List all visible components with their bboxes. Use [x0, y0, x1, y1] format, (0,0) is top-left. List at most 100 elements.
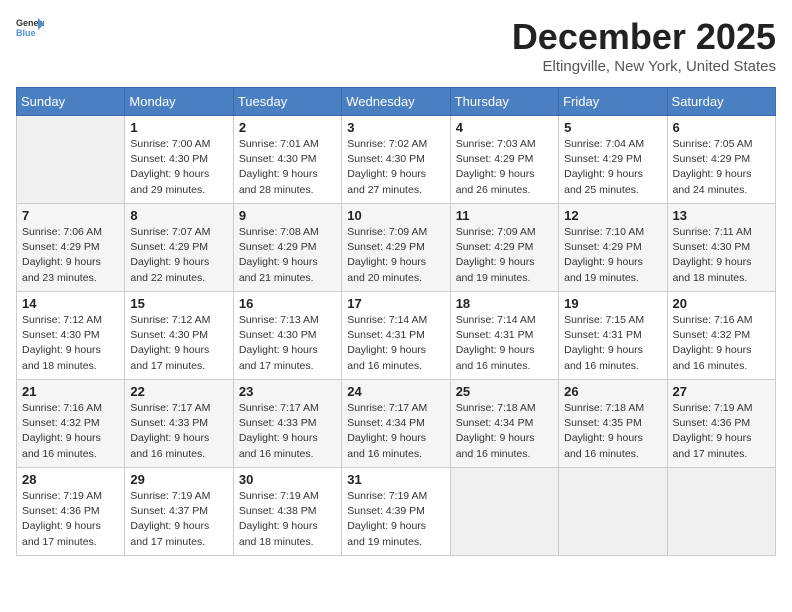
day-info: Sunrise: 7:14 AMSunset: 4:31 PMDaylight:…: [456, 313, 553, 374]
calendar-cell: 17 Sunrise: 7:14 AMSunset: 4:31 PMDayligh…: [342, 292, 450, 380]
day-number: 28: [22, 472, 119, 487]
calendar-cell: 24 Sunrise: 7:17 AMSunset: 4:34 PMDayligh…: [342, 380, 450, 468]
day-info: Sunrise: 7:15 AMSunset: 4:31 PMDaylight:…: [564, 313, 661, 374]
month-title: December 2025: [512, 16, 776, 58]
day-number: 29: [130, 472, 227, 487]
calendar-cell: 18Sunrise: 7:14 AMSunset: 4:31 PMDayligh…: [450, 292, 558, 380]
calendar-table: SundayMondayTuesdayWednesdayThursdayFrid…: [16, 87, 776, 556]
logo: General Blue: [16, 16, 44, 38]
day-number: 4: [456, 120, 553, 135]
calendar-cell: 14 Sunrise: 7:12 AMSunset: 4:30 PMDayligh…: [17, 292, 125, 380]
day-info: Sunrise: 7:16 AMSunset: 4:32 PMDaylight:…: [22, 401, 119, 462]
calendar-cell: 3 Sunrise: 7:02 AMSunset: 4:30 PMDaylight…: [342, 116, 450, 204]
day-number: 11: [456, 208, 553, 223]
day-info: Sunrise: 7:14 AMSunset: 4:31 PMDaylight:…: [347, 313, 444, 374]
day-info: Sunrise: 7:19 AMSunset: 4:38 PMDaylight:…: [239, 489, 336, 550]
calendar-cell: 6Sunrise: 7:05 AMSunset: 4:29 PMDaylight…: [667, 116, 775, 204]
calendar-cell: [450, 468, 558, 556]
header: General Blue December 2025 Eltingville, …: [16, 16, 776, 75]
calendar-cell: 27Sunrise: 7:19 AMSunset: 4:36 PMDayligh…: [667, 380, 775, 468]
day-info: Sunrise: 7:17 AMSunset: 4:33 PMDaylight:…: [130, 401, 227, 462]
calendar-cell: 1 Sunrise: 7:00 AMSunset: 4:30 PMDaylight…: [125, 116, 233, 204]
calendar-cell: 21 Sunrise: 7:16 AMSunset: 4:32 PMDayligh…: [17, 380, 125, 468]
day-info: Sunrise: 7:08 AMSunset: 4:29 PMDaylight:…: [239, 225, 336, 286]
day-number: 14: [22, 296, 119, 311]
calendar-cell: 25Sunrise: 7:18 AMSunset: 4:34 PMDayligh…: [450, 380, 558, 468]
title-area: December 2025 Eltingville, New York, Uni…: [512, 16, 776, 75]
day-header-thursday: Thursday: [450, 88, 558, 116]
day-info: Sunrise: 7:11 AMSunset: 4:30 PMDaylight:…: [673, 225, 770, 286]
day-info: Sunrise: 7:17 AMSunset: 4:33 PMDaylight:…: [239, 401, 336, 462]
day-number: 8: [130, 208, 227, 223]
day-info: Sunrise: 7:03 AMSunset: 4:29 PMDaylight:…: [456, 137, 553, 198]
calendar-cell: 20 Sunrise: 7:16 AMSunset: 4:32 PMDayligh…: [667, 292, 775, 380]
day-number: 24: [347, 384, 444, 399]
calendar-cell: 7Sunrise: 7:06 AMSunset: 4:29 PMDaylight…: [17, 204, 125, 292]
day-info: Sunrise: 7:19 AMSunset: 4:37 PMDaylight:…: [130, 489, 227, 550]
day-header-saturday: Saturday: [667, 88, 775, 116]
day-info: Sunrise: 7:10 AMSunset: 4:29 PMDaylight:…: [564, 225, 661, 286]
calendar-cell: 19Sunrise: 7:15 AMSunset: 4:31 PMDayligh…: [559, 292, 667, 380]
day-header-wednesday: Wednesday: [342, 88, 450, 116]
day-info: Sunrise: 7:16 AMSunset: 4:32 PMDaylight:…: [673, 313, 770, 374]
calendar-cell: 28 Sunrise: 7:19 AMSunset: 4:36 PMDayligh…: [17, 468, 125, 556]
day-header-sunday: Sunday: [17, 88, 125, 116]
day-number: 7: [22, 208, 119, 223]
calendar-cell: 9 Sunrise: 7:08 AMSunset: 4:29 PMDaylight…: [233, 204, 341, 292]
calendar-cell: 29 Sunrise: 7:19 AMSunset: 4:37 PMDayligh…: [125, 468, 233, 556]
week-row: 7Sunrise: 7:06 AMSunset: 4:29 PMDaylight…: [17, 204, 776, 292]
day-number: 22: [130, 384, 227, 399]
week-row: 14 Sunrise: 7:12 AMSunset: 4:30 PMDayligh…: [17, 292, 776, 380]
day-number: 25: [456, 384, 553, 399]
calendar-cell: 30 Sunrise: 7:19 AMSunset: 4:38 PMDayligh…: [233, 468, 341, 556]
calendar-cell: 10 Sunrise: 7:09 AMSunset: 4:29 PMDayligh…: [342, 204, 450, 292]
day-info: Sunrise: 7:12 AMSunset: 4:30 PMDaylight:…: [22, 313, 119, 374]
day-number: 31: [347, 472, 444, 487]
day-info: Sunrise: 7:19 AMSunset: 4:36 PMDaylight:…: [22, 489, 119, 550]
day-number: 10: [347, 208, 444, 223]
day-number: 20: [673, 296, 770, 311]
day-info: Sunrise: 7:17 AMSunset: 4:34 PMDaylight:…: [347, 401, 444, 462]
day-number: 21: [22, 384, 119, 399]
day-info: Sunrise: 7:12 AMSunset: 4:30 PMDaylight:…: [130, 313, 227, 374]
day-number: 17: [347, 296, 444, 311]
week-row: 21 Sunrise: 7:16 AMSunset: 4:32 PMDayligh…: [17, 380, 776, 468]
day-number: 23: [239, 384, 336, 399]
day-number: 9: [239, 208, 336, 223]
calendar-cell: 26 Sunrise: 7:18 AMSunset: 4:35 PMDayligh…: [559, 380, 667, 468]
calendar-cell: [559, 468, 667, 556]
day-number: 16: [239, 296, 336, 311]
day-number: 12: [564, 208, 661, 223]
day-info: Sunrise: 7:09 AMSunset: 4:29 PMDaylight:…: [456, 225, 553, 286]
calendar-cell: 5Sunrise: 7:04 AMSunset: 4:29 PMDaylight…: [559, 116, 667, 204]
day-number: 30: [239, 472, 336, 487]
location-title: Eltingville, New York, United States: [512, 58, 776, 75]
calendar-cell: 4 Sunrise: 7:03 AMSunset: 4:29 PMDaylight…: [450, 116, 558, 204]
day-info: Sunrise: 7:19 AMSunset: 4:39 PMDaylight:…: [347, 489, 444, 550]
calendar-cell: 8 Sunrise: 7:07 AMSunset: 4:29 PMDaylight…: [125, 204, 233, 292]
day-header-friday: Friday: [559, 88, 667, 116]
calendar-cell: 23 Sunrise: 7:17 AMSunset: 4:33 PMDayligh…: [233, 380, 341, 468]
day-info: Sunrise: 7:18 AMSunset: 4:35 PMDaylight:…: [564, 401, 661, 462]
calendar-cell: 2 Sunrise: 7:01 AMSunset: 4:30 PMDaylight…: [233, 116, 341, 204]
week-row: 1 Sunrise: 7:00 AMSunset: 4:30 PMDaylight…: [17, 116, 776, 204]
logo-icon: General Blue: [16, 16, 44, 38]
calendar-cell: [17, 116, 125, 204]
day-info: Sunrise: 7:01 AMSunset: 4:30 PMDaylight:…: [239, 137, 336, 198]
day-info: Sunrise: 7:02 AMSunset: 4:30 PMDaylight:…: [347, 137, 444, 198]
calendar-cell: 16 Sunrise: 7:13 AMSunset: 4:30 PMDayligh…: [233, 292, 341, 380]
week-row: 28 Sunrise: 7:19 AMSunset: 4:36 PMDayligh…: [17, 468, 776, 556]
calendar-cell: 11 Sunrise: 7:09 AMSunset: 4:29 PMDayligh…: [450, 204, 558, 292]
day-info: Sunrise: 7:13 AMSunset: 4:30 PMDaylight:…: [239, 313, 336, 374]
day-number: 2: [239, 120, 336, 135]
day-info: Sunrise: 7:07 AMSunset: 4:29 PMDaylight:…: [130, 225, 227, 286]
day-number: 3: [347, 120, 444, 135]
day-number: 26: [564, 384, 661, 399]
svg-text:Blue: Blue: [16, 28, 36, 38]
day-info: Sunrise: 7:19 AMSunset: 4:36 PMDaylight:…: [673, 401, 770, 462]
day-number: 13: [673, 208, 770, 223]
day-info: Sunrise: 7:00 AMSunset: 4:30 PMDaylight:…: [130, 137, 227, 198]
day-info: Sunrise: 7:09 AMSunset: 4:29 PMDaylight:…: [347, 225, 444, 286]
day-number: 1: [130, 120, 227, 135]
day-info: Sunrise: 7:05 AMSunset: 4:29 PMDaylight:…: [673, 137, 770, 198]
